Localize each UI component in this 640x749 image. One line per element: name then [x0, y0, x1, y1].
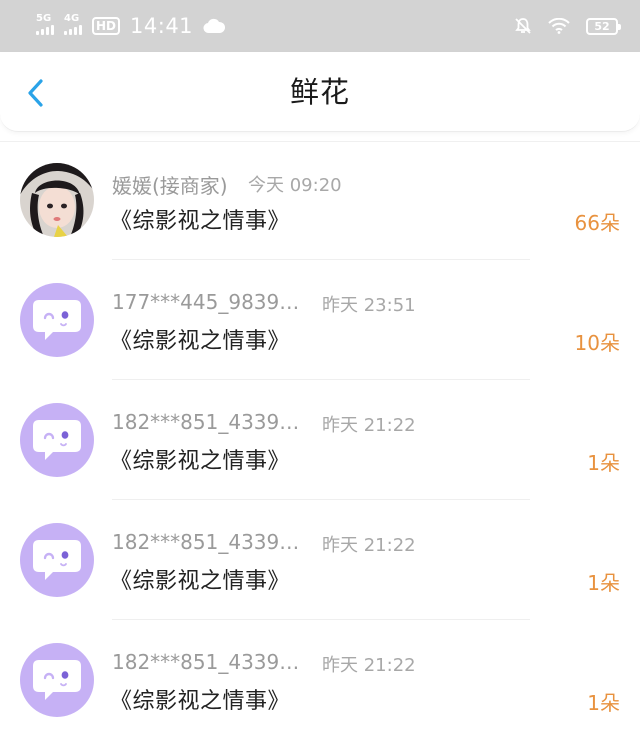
status-time: 14:41	[130, 14, 194, 38]
flower-count: 1朵	[587, 691, 620, 715]
user-photo-avatar[interactable]	[20, 163, 94, 237]
flower-count: 1朵	[587, 571, 620, 595]
send-time: 昨天 21:22	[322, 535, 416, 556]
send-time: 昨天 21:22	[322, 655, 416, 676]
sender-name: 182***851_4339…	[112, 530, 300, 554]
send-time: 昨天 21:22	[322, 415, 416, 436]
send-time: 昨天 23:51	[322, 295, 416, 316]
battery-icon: 52	[586, 17, 621, 35]
default-avatar[interactable]	[20, 643, 94, 717]
chat-bubble-avatar-icon	[33, 300, 81, 340]
status-bar: 5G 4G HD 14:41 52	[0, 0, 640, 52]
page-title: 鲜花	[289, 75, 350, 109]
work-title[interactable]: 《综影视之情事》	[110, 203, 290, 235]
wifi-icon	[548, 18, 570, 34]
nav-bar: 鲜花	[0, 52, 640, 132]
status-right: 52	[514, 17, 621, 35]
signal-5g-icon: 5G	[36, 13, 54, 35]
photo-avatar-image	[20, 163, 94, 237]
work-title[interactable]: 《综影视之情事》	[110, 443, 290, 475]
work-title[interactable]: 《综影视之情事》	[110, 563, 290, 595]
status-left: 5G 4G HD 14:41	[36, 13, 226, 38]
sender-name: 177***445_9839…	[112, 290, 300, 314]
chat-bubble-avatar-icon	[33, 420, 81, 460]
work-title[interactable]: 《综影视之情事》	[110, 683, 290, 715]
list-item[interactable]: 182***851_4339… 昨天 21:22 《综影视之情事》 1朵	[0, 620, 640, 740]
cloud-icon	[203, 18, 226, 34]
hd-voice-icon: HD	[92, 17, 121, 35]
default-avatar[interactable]	[20, 523, 94, 597]
list-item[interactable]: 媛媛(接商家) 今天 09:20 《综影视之情事》 66朵	[0, 140, 640, 260]
network-type-label: 5G	[36, 13, 52, 24]
flower-count: 66朵	[574, 211, 620, 235]
flower-count: 10朵	[574, 331, 620, 355]
chat-bubble-avatar-icon	[33, 660, 81, 700]
flower-count: 1朵	[587, 451, 620, 475]
bell-muted-icon	[515, 18, 531, 34]
default-avatar[interactable]	[20, 403, 94, 477]
sender-name: 182***851_4339…	[112, 410, 300, 434]
work-title[interactable]: 《综影视之情事》	[110, 323, 290, 355]
default-avatar[interactable]	[20, 283, 94, 357]
signal-4g-icon: 4G	[64, 13, 82, 35]
list-item[interactable]: 177***445_9839… 昨天 23:51 《综影视之情事》 10朵	[0, 260, 640, 380]
network-type-label: 4G	[64, 13, 80, 24]
sender-name: 媛媛(接商家)	[112, 174, 228, 198]
list-item[interactable]: 182***851_4339… 昨天 21:22 《综影视之情事》 1朵	[0, 500, 640, 620]
sender-name: 182***851_4339…	[112, 650, 300, 674]
send-time: 今天 09:20	[248, 175, 342, 196]
list-item[interactable]: 182***851_4339… 昨天 21:22 《综影视之情事》 1朵	[0, 380, 640, 500]
chat-bubble-avatar-icon	[33, 540, 81, 580]
